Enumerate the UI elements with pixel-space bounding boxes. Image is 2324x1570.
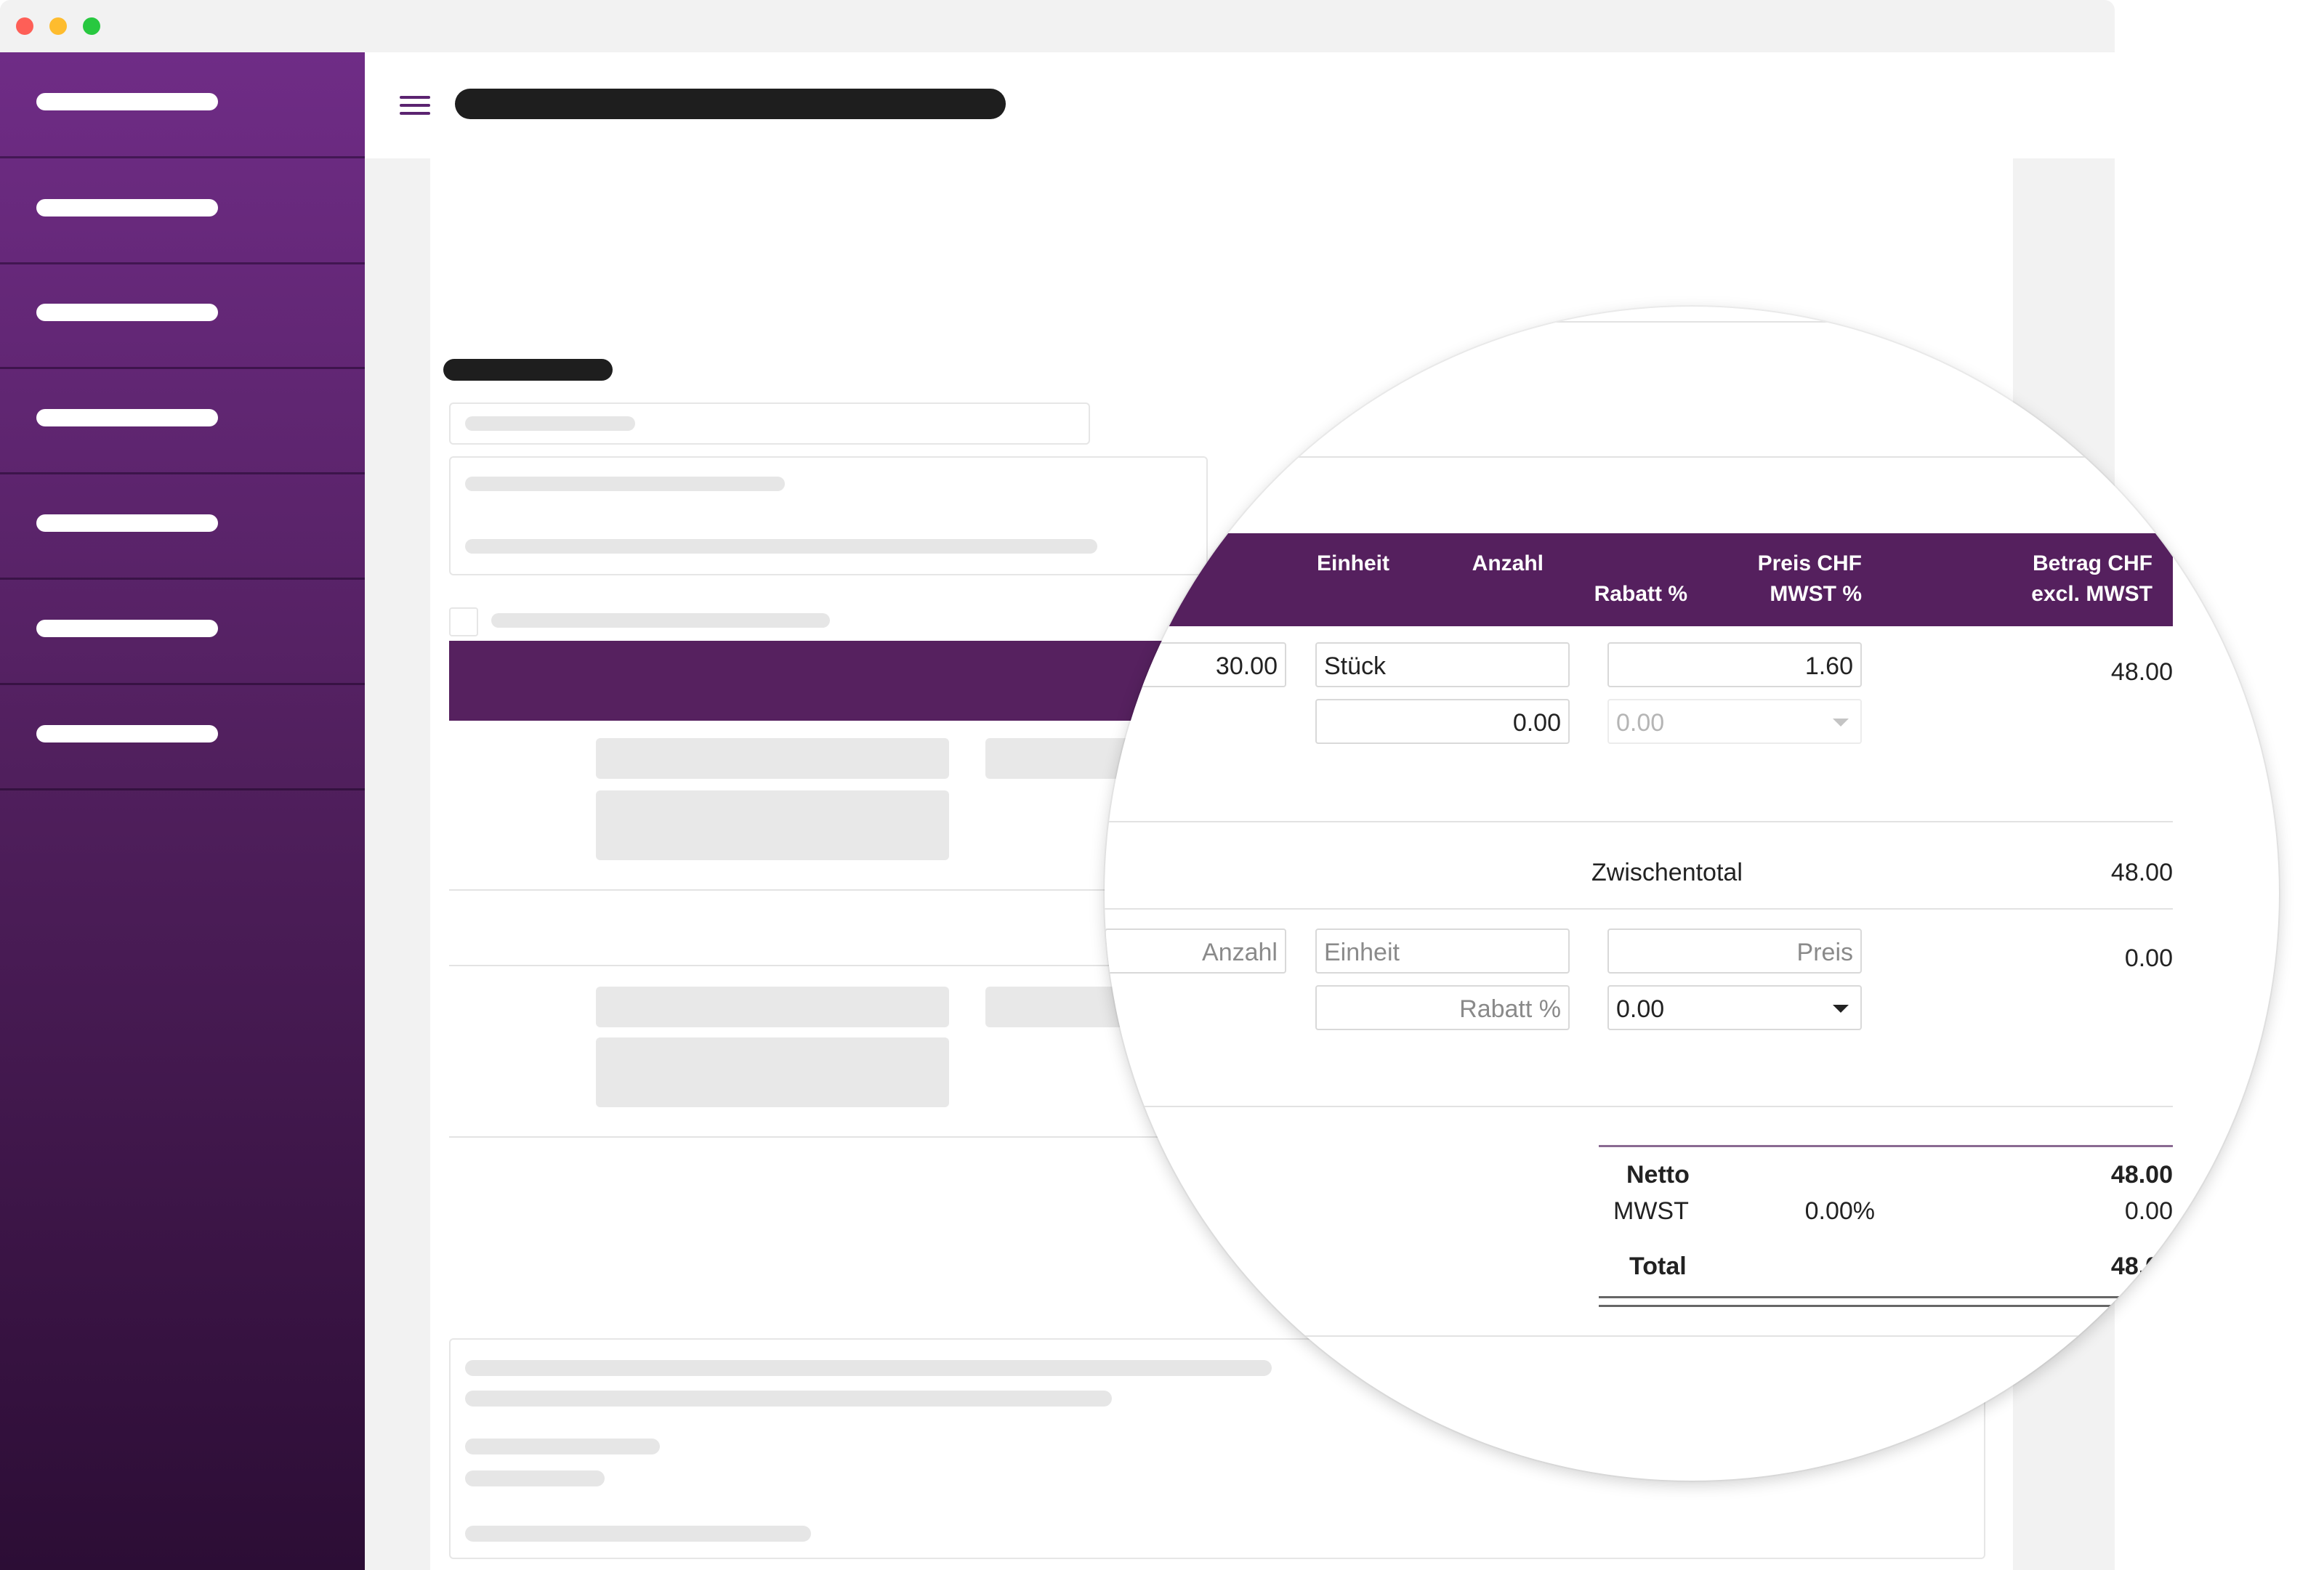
line-item-placeholder <box>985 987 1131 1027</box>
new-rabatt-input[interactable]: Rabatt % <box>1315 985 1570 1030</box>
line-item-placeholder <box>596 1037 949 1107</box>
total-value: 48.00 <box>2110 1253 2173 1280</box>
mwst-label: MWST <box>1613 1197 1689 1225</box>
sidebar-item-label-placeholder <box>36 93 218 110</box>
einheit-input[interactable]: Stück <box>1315 642 1570 687</box>
checkbox[interactable] <box>449 607 478 636</box>
mwst-select[interactable]: 0.00 <box>1607 699 1862 744</box>
chevron-down-icon <box>1833 719 1849 727</box>
divider <box>1105 456 2173 458</box>
divider <box>449 965 1176 966</box>
sidebar-item-4[interactable] <box>0 368 365 474</box>
sidebar-item-label-placeholder <box>36 304 218 321</box>
header-mwst: MWST % <box>1770 582 1862 606</box>
magnifier-lens: Anzahl Einheit Rabatt % Preis CHF MWST %… <box>1105 307 2279 1481</box>
new-preis-input[interactable]: Preis <box>1607 928 1862 974</box>
divider <box>1105 321 2173 323</box>
checkbox-label-placeholder <box>491 613 830 628</box>
header-betrag-sub: excl. MWST <box>2031 582 2152 606</box>
window-close-button[interactable] <box>16 17 33 35</box>
field-text-placeholder <box>465 1391 1112 1407</box>
text-field-1[interactable] <box>449 402 1090 445</box>
field-text-placeholder <box>465 477 785 491</box>
field-text-placeholder <box>465 1470 605 1486</box>
totals-top-rule <box>1599 1145 2173 1147</box>
total-label: Total <box>1629 1253 1687 1280</box>
sidebar <box>0 52 365 1570</box>
divider <box>1105 821 2173 822</box>
sidebar-item-label-placeholder <box>36 199 218 217</box>
sidebar-item-label-placeholder <box>36 409 218 426</box>
sidebar-item-2[interactable] <box>0 158 365 264</box>
table-header-band <box>449 641 1176 721</box>
invoice-table-header: Anzahl Einheit Rabatt % Preis CHF MWST %… <box>1105 533 2173 626</box>
sidebar-item-label-placeholder <box>36 725 218 742</box>
rabatt-input[interactable]: 0.00 <box>1315 699 1570 744</box>
new-mwst-select-value: 0.00 <box>1616 995 1665 1023</box>
divider <box>449 889 1176 891</box>
zwischentotal-value: 48.00 <box>2110 859 2173 886</box>
divider <box>449 1136 1176 1138</box>
content-gutter-left <box>365 158 430 1570</box>
field-text-placeholder <box>465 1526 811 1542</box>
textarea-field[interactable] <box>449 456 1208 575</box>
new-row-betrag: 0.00 <box>2124 944 2173 972</box>
header-betrag: Betrag CHF <box>2032 551 2152 575</box>
line-item-placeholder <box>985 738 1131 779</box>
line-item-placeholder <box>596 738 949 779</box>
divider <box>1105 1335 2173 1337</box>
field-text-placeholder <box>465 539 1097 554</box>
zwischentotal-label: Zwischentotal <box>1591 859 1743 886</box>
mwst-rate: 0.00% <box>1804 1197 1875 1225</box>
total-double-rule <box>1599 1296 2173 1298</box>
sidebar-item-5[interactable] <box>0 474 365 580</box>
window-zoom-button[interactable] <box>83 17 100 35</box>
anzahl-input[interactable]: 30.00 <box>1105 642 1286 687</box>
total-double-rule <box>1599 1305 2173 1307</box>
header-rabatt: Rabatt % <box>1594 582 1687 606</box>
sidebar-item-1[interactable] <box>0 52 365 158</box>
header-einheit: Einheit <box>1317 551 1390 575</box>
line-item-placeholder <box>596 987 949 1027</box>
header-preis: Preis CHF <box>1757 551 1862 575</box>
new-anzahl-input[interactable]: Anzahl <box>1105 928 1286 974</box>
header-anzahl: Anzahl <box>1472 551 1544 575</box>
section-title-placeholder <box>443 359 613 381</box>
sidebar-item-7[interactable] <box>0 684 365 790</box>
page-title-placeholder <box>455 89 1006 119</box>
netto-label: Netto <box>1626 1161 1690 1189</box>
preis-input[interactable]: 1.60 <box>1607 642 1862 687</box>
mwst-value: 0.00 <box>2124 1197 2173 1225</box>
window-minimize-button[interactable] <box>49 17 67 35</box>
line-item-placeholder <box>596 790 949 860</box>
netto-value: 48.00 <box>2110 1161 2173 1189</box>
window-titlebar <box>0 0 2115 52</box>
field-text-placeholder <box>465 416 635 431</box>
field-text-placeholder <box>465 1360 1272 1376</box>
field-text-placeholder <box>465 1439 660 1454</box>
divider <box>1105 1106 2173 1107</box>
new-einheit-input[interactable]: Einheit <box>1315 928 1570 974</box>
menu-icon[interactable] <box>400 96 430 115</box>
row-betrag: 48.00 <box>2110 658 2173 686</box>
sidebar-item-3[interactable] <box>0 263 365 369</box>
new-mwst-select[interactable]: 0.00 <box>1607 985 1862 1030</box>
chevron-down-icon <box>1833 1005 1849 1013</box>
divider <box>1105 908 2173 910</box>
sidebar-item-label-placeholder <box>36 620 218 637</box>
mwst-select-value: 0.00 <box>1616 709 1665 737</box>
sidebar-item-6[interactable] <box>0 579 365 685</box>
sidebar-item-label-placeholder <box>36 514 218 532</box>
